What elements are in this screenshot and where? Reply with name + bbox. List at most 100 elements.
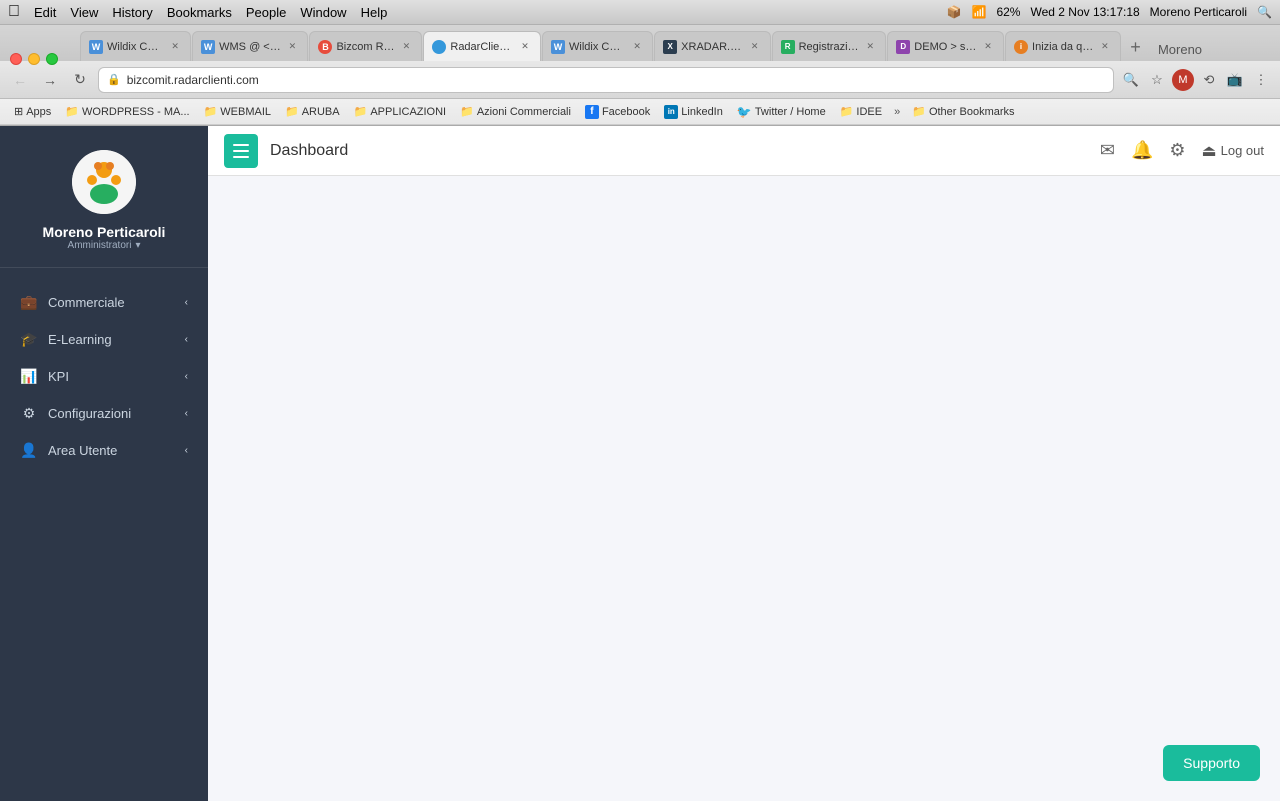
- main-content-area: Dashboard ✉ 🔔 ⚙ ⏏ Log out Supporto: [208, 126, 1280, 801]
- back-button[interactable]: ←: [8, 68, 32, 92]
- url-text: bizcomit.radarclienti.com: [127, 73, 1105, 87]
- reload-button[interactable]: ↻: [68, 68, 92, 92]
- bell-icon[interactable]: 🔔: [1131, 140, 1153, 161]
- bookmark-idee[interactable]: 📁 IDEE: [834, 103, 888, 120]
- sidebar-label-configurazioni: Configurazioni: [48, 406, 131, 421]
- browser-content: Moreno Perticaroli Amministratori ▾ 💼 Co…: [0, 126, 1280, 801]
- search-icon[interactable]: 🔍: [1257, 5, 1272, 19]
- app-sidebar: Moreno Perticaroli Amministratori ▾ 💼 Co…: [0, 126, 208, 801]
- sidebar-user-role[interactable]: Amministratori ▾: [68, 240, 141, 251]
- profile-icon[interactable]: M: [1172, 69, 1194, 91]
- tab-favicon-5: W: [551, 40, 565, 54]
- tab-title-7: Registrazio...: [799, 41, 860, 53]
- sidebar-navigation: 💼 Commerciale ‹ 🎓 E-Learning ‹ 📊 KPI ‹ ⚙…: [0, 268, 208, 801]
- tab-close-1[interactable]: ✕: [168, 40, 182, 54]
- menu-history[interactable]: History: [112, 5, 152, 20]
- new-tab-button[interactable]: +: [1122, 33, 1149, 61]
- dropbox-icon: 📦: [947, 5, 962, 19]
- bookmark-wordpress[interactable]: 📁 WORDPRESS - MA...: [59, 103, 195, 120]
- menu-help[interactable]: Help: [361, 5, 388, 20]
- macos-menubar:  Edit View History Bookmarks People Win…: [0, 0, 1280, 25]
- sidebar-item-area-utente[interactable]: 👤 Area Utente ‹: [0, 432, 208, 469]
- sidebar-item-kpi[interactable]: 📊 KPI ‹: [0, 358, 208, 395]
- menu-window[interactable]: Window: [300, 5, 346, 20]
- traffic-lights: [10, 53, 58, 65]
- tab-close-9[interactable]: ✕: [1098, 40, 1112, 54]
- browser-tab-6[interactable]: X XRADAR.C... ✕: [654, 31, 770, 61]
- settings-icon: ⚙: [20, 405, 38, 422]
- bookmark-star-icon[interactable]: ☆: [1146, 69, 1168, 91]
- sidebar-item-configurazioni[interactable]: ⚙ Configurazioni ‹: [0, 395, 208, 432]
- support-button[interactable]: Supporto: [1163, 745, 1260, 781]
- sidebar-item-commerciale[interactable]: 💼 Commerciale ‹: [0, 284, 208, 321]
- menu-user[interactable]: Moreno Perticaroli: [1150, 5, 1247, 19]
- bookmark-other[interactable]: 📁 Other Bookmarks: [906, 103, 1020, 120]
- tab-title-9: Inizia da qu...: [1032, 41, 1094, 53]
- bookmark-twitter[interactable]: 🐦 Twitter / Home: [731, 103, 832, 121]
- browser-tab-1[interactable]: W Wildix Coll... ✕: [80, 31, 191, 61]
- bookmark-facebook[interactable]: f Facebook: [579, 103, 656, 121]
- maximize-button[interactable]: [46, 53, 58, 65]
- tab-favicon-9: i: [1014, 40, 1028, 54]
- browser-tab-4[interactable]: RadarClient... ✕: [423, 31, 541, 61]
- bookmark-apps[interactable]: ⊞ Apps: [8, 103, 57, 120]
- sidebar-item-elearning[interactable]: 🎓 E-Learning ‹: [0, 321, 208, 358]
- bookmark-applicazioni[interactable]: 📁 APPLICAZIONI: [348, 103, 453, 120]
- tab-close-6[interactable]: ✕: [748, 40, 762, 54]
- tab-close-5[interactable]: ✕: [630, 40, 644, 54]
- history-nav-icon[interactable]: ⟲: [1198, 69, 1220, 91]
- tab-title-4: RadarClient...: [450, 41, 514, 53]
- menu-edit[interactable]: Edit: [34, 5, 56, 20]
- minimize-button[interactable]: [28, 53, 40, 65]
- tab-close-4[interactable]: ✕: [518, 40, 532, 54]
- bookmark-azioni[interactable]: 📁 Azioni Commerciali: [454, 103, 577, 120]
- browser-tab-9[interactable]: i Inizia da qu... ✕: [1005, 31, 1121, 61]
- tab-close-7[interactable]: ✕: [863, 40, 877, 54]
- email-icon[interactable]: ✉: [1100, 140, 1115, 161]
- bookmark-webmail[interactable]: 📁 WEBMAIL: [198, 103, 277, 120]
- folder-icon-applicazioni: 📁: [354, 105, 368, 118]
- browser-tab-3[interactable]: B Bizcom Ra... ✕: [309, 31, 422, 61]
- hamburger-line: [233, 150, 249, 152]
- more-options-icon[interactable]: ⋮: [1250, 69, 1272, 91]
- tab-close-3[interactable]: ✕: [399, 40, 413, 54]
- forward-button[interactable]: →: [38, 68, 62, 92]
- tab-close-2[interactable]: ✕: [285, 40, 299, 54]
- arrow-icon-configurazioni: ‹: [185, 408, 188, 419]
- browser-chrome: W Wildix Coll... ✕ W WMS @ <b... ✕ B Biz…: [0, 25, 1280, 126]
- tab-title-3: Bizcom Ra...: [336, 41, 395, 53]
- cast-icon[interactable]: 📺: [1224, 69, 1246, 91]
- sidebar-label-commerciale: Commerciale: [48, 295, 125, 310]
- menu-people[interactable]: People: [246, 5, 286, 20]
- tab-title-6: XRADAR.C...: [681, 41, 743, 53]
- browser-tab-2[interactable]: W WMS @ <b... ✕: [192, 31, 308, 61]
- bookmark-aruba[interactable]: 📁 ARUBA: [279, 103, 346, 120]
- wifi-icon: 📶: [972, 5, 987, 19]
- browser-tab-7[interactable]: R Registrazio... ✕: [772, 31, 887, 61]
- datetime: Wed 2 Nov 13:17:18: [1030, 5, 1139, 19]
- browser-tab-5[interactable]: W Wildix Coll... ✕: [542, 31, 653, 61]
- tab-title-5: Wildix Coll...: [569, 41, 626, 53]
- logout-button[interactable]: ⏏ Log out: [1202, 141, 1265, 161]
- search-nav-icon[interactable]: 🔍: [1120, 69, 1142, 91]
- browser-tab-8[interactable]: D DEMO > su... ✕: [887, 31, 1004, 61]
- arrow-icon-commerciale: ‹: [185, 297, 188, 308]
- gear-icon[interactable]: ⚙: [1169, 140, 1185, 161]
- folder-icon-other: 📁: [912, 105, 926, 118]
- tab-favicon-6: X: [663, 40, 677, 54]
- tab-close-8[interactable]: ✕: [981, 40, 995, 54]
- tab-favicon-8: D: [896, 40, 910, 54]
- address-bar[interactable]: 🔒 bizcomit.radarclienti.com: [98, 67, 1114, 93]
- linkedin-icon: in: [664, 105, 678, 119]
- profile-button[interactable]: Moreno: [1150, 38, 1210, 61]
- tab-favicon-1: W: [89, 40, 103, 54]
- apple-menu[interactable]: : [8, 3, 20, 21]
- tab-favicon-7: R: [781, 40, 795, 54]
- menu-bookmarks[interactable]: Bookmarks: [167, 5, 232, 20]
- sidebar-label-kpi: KPI: [48, 369, 69, 384]
- bookmark-linkedin[interactable]: in LinkedIn: [658, 103, 729, 121]
- close-button[interactable]: [10, 53, 22, 65]
- menu-view[interactable]: View: [70, 5, 98, 20]
- page-title: Dashboard: [270, 142, 1088, 160]
- hamburger-button[interactable]: [224, 134, 258, 168]
